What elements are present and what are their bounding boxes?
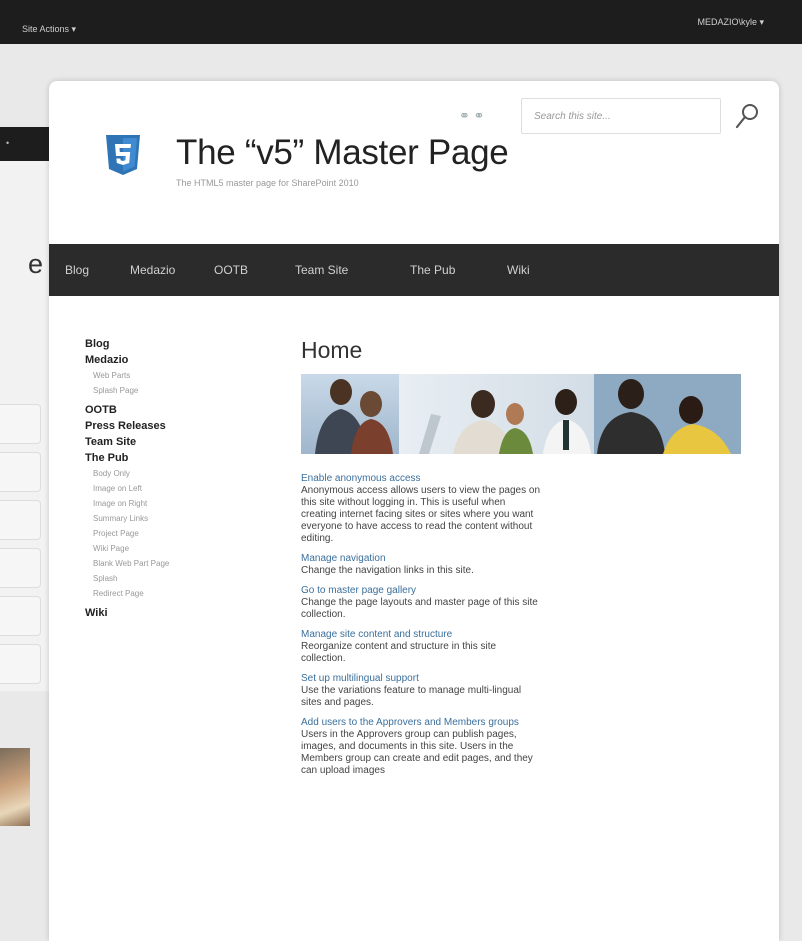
top-bar: Site Actions ▾ MEDAZIO\kyle ▾ bbox=[0, 0, 802, 44]
search-input[interactable] bbox=[521, 98, 721, 134]
ql-ootb[interactable]: OOTB bbox=[85, 402, 275, 418]
page-card: ⚭ ⚭ The “v5” Master Page The HTML5 maste… bbox=[49, 81, 779, 941]
ql-blog[interactable]: Blog bbox=[85, 336, 275, 352]
main-content: Home Enable anonymous access Anonymous a… bbox=[301, 336, 741, 785]
background-window-menu-dot: • bbox=[6, 138, 10, 148]
site-actions-menu[interactable]: Site Actions ▾ bbox=[22, 24, 76, 35]
ql-sub-item[interactable]: Splash Page bbox=[85, 383, 275, 398]
ql-sub-item[interactable]: Body Only bbox=[85, 466, 275, 481]
background-tile bbox=[0, 644, 41, 684]
ql-sub-item[interactable]: Project Page bbox=[85, 526, 275, 541]
ql-sub-item[interactable]: Redirect Page bbox=[85, 586, 275, 601]
ql-sub-item[interactable]: Image on Left bbox=[85, 481, 275, 496]
ql-medazio[interactable]: Medazio bbox=[85, 352, 275, 368]
link-multilingual-support[interactable]: Set up multilingual support bbox=[301, 673, 541, 685]
nav-item-the-pub[interactable]: The Pub bbox=[410, 263, 455, 277]
page-title: Home bbox=[301, 337, 363, 363]
link-add-users-groups[interactable]: Add users to the Approvers and Members g… bbox=[301, 717, 541, 729]
html5-logo-icon bbox=[106, 135, 140, 175]
background-tile bbox=[0, 548, 41, 588]
nav-item-wiki[interactable]: Wiki bbox=[507, 263, 530, 277]
background-tile bbox=[0, 596, 41, 636]
top-navigation: Blog Medazio OOTB Team Site The Pub Wiki bbox=[49, 244, 779, 296]
description-text: Use the variations feature to manage mul… bbox=[301, 685, 522, 708]
background-photo bbox=[0, 748, 30, 826]
link-manage-navigation[interactable]: Manage navigation bbox=[301, 553, 541, 565]
site-subtitle: The HTML5 master page for SharePoint 201… bbox=[176, 178, 359, 188]
ql-sub-item[interactable]: Web Parts bbox=[85, 368, 275, 383]
office-people-banner bbox=[301, 374, 741, 454]
ql-sub-item[interactable]: Summary Links bbox=[85, 511, 275, 526]
ql-sub-item[interactable]: Splash bbox=[85, 571, 275, 586]
link-enable-anonymous-access[interactable]: Enable anonymous access bbox=[301, 473, 541, 485]
background-tile bbox=[0, 452, 41, 492]
search-icon[interactable] bbox=[734, 101, 760, 131]
user-menu[interactable]: MEDAZIO\kyle ▾ bbox=[697, 17, 764, 28]
description-text: Reorganize content and structure in this… bbox=[301, 641, 497, 664]
description-text: Change the page layouts and master page … bbox=[301, 597, 538, 620]
description-text: Anonymous access allows users to view th… bbox=[301, 485, 541, 544]
ql-sub-item[interactable]: Image on Right bbox=[85, 496, 275, 511]
ql-sub-item[interactable]: Wiki Page bbox=[85, 541, 275, 556]
background-tile bbox=[0, 404, 41, 444]
description-text: Change the navigation links in this site… bbox=[301, 565, 474, 576]
background-tile bbox=[0, 500, 41, 540]
site-title: The “v5” Master Page bbox=[176, 133, 509, 172]
ql-press-releases[interactable]: Press Releases bbox=[85, 418, 275, 434]
nav-item-ootb[interactable]: OOTB bbox=[214, 263, 248, 277]
link-master-page-gallery[interactable]: Go to master page gallery bbox=[301, 585, 541, 597]
description-text: Users in the Approvers group can publish… bbox=[301, 729, 533, 776]
ql-sub-item[interactable]: Blank Web Part Page bbox=[85, 556, 275, 571]
background-window-title-fragment: e bbox=[28, 249, 44, 279]
nav-item-medazio[interactable]: Medazio bbox=[130, 263, 175, 277]
link-manage-site-content[interactable]: Manage site content and structure bbox=[301, 629, 541, 641]
quick-launch: Blog Medazio Web Parts Splash Page OOTB … bbox=[85, 336, 275, 621]
social-icons[interactable]: ⚭ ⚭ bbox=[459, 108, 484, 124]
ql-wiki[interactable]: Wiki bbox=[85, 605, 275, 621]
nav-item-blog[interactable]: Blog bbox=[65, 263, 89, 277]
ql-team-site[interactable]: Team Site bbox=[85, 434, 275, 450]
nav-item-team-site[interactable]: Team Site bbox=[295, 263, 348, 277]
ql-the-pub[interactable]: The Pub bbox=[85, 450, 275, 466]
